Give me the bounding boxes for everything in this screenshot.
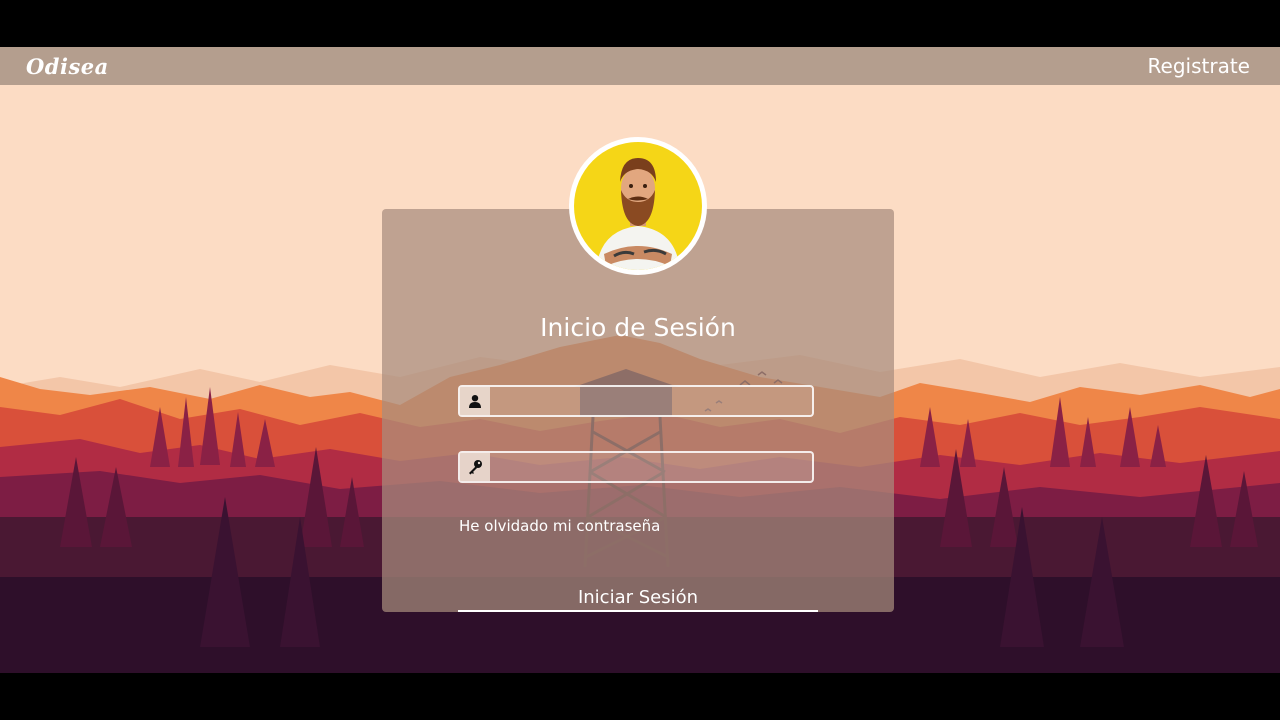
password-input[interactable] xyxy=(490,453,812,481)
register-link[interactable]: Registrate xyxy=(1148,54,1250,78)
page-viewport: Odisea Registrate Inicio de Sesión He ol… xyxy=(0,47,1280,673)
key-icon xyxy=(460,453,490,481)
user-icon xyxy=(460,387,490,415)
login-title: Inicio de Sesión xyxy=(540,313,736,342)
brand-logo[interactable]: Odisea xyxy=(26,54,109,79)
password-field[interactable] xyxy=(458,451,814,483)
avatar-portrait xyxy=(574,142,702,270)
avatar xyxy=(569,137,707,275)
username-input[interactable] xyxy=(490,387,812,415)
login-submit-button[interactable]: Iniciar Sesión xyxy=(458,584,818,612)
forgot-password-link[interactable]: He olvidado mi contraseña xyxy=(459,517,660,535)
top-navbar: Odisea Registrate xyxy=(0,47,1280,85)
username-field[interactable] xyxy=(458,385,814,417)
